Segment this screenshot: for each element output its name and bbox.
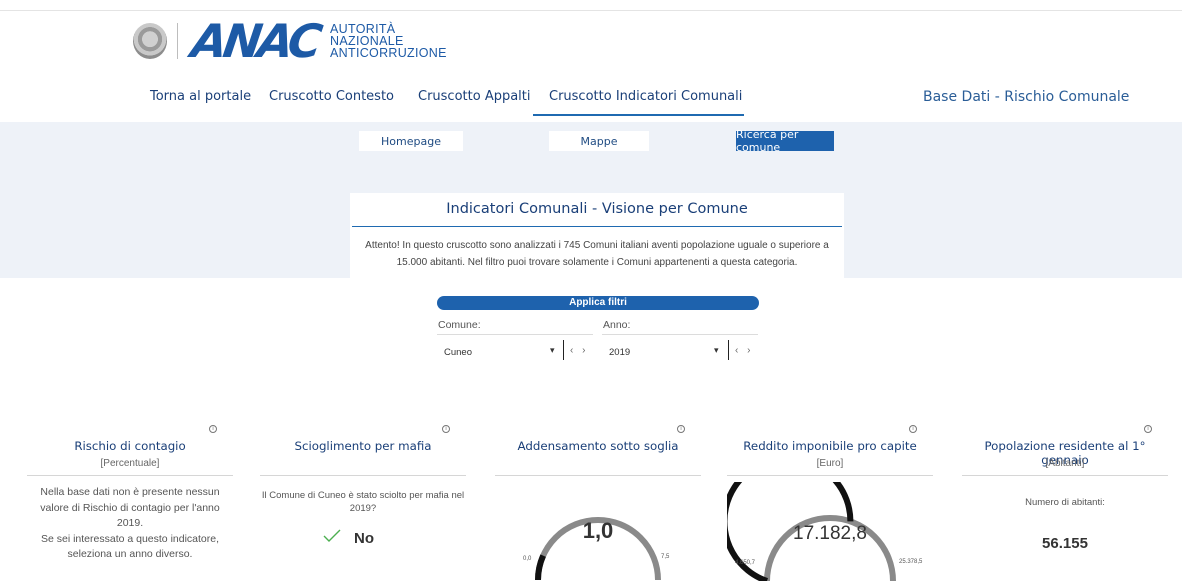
card-question: Il Comune di Cuneo è stato sciolto per m…	[261, 490, 465, 514]
gauge-min-label: 0,0	[523, 556, 532, 562]
card-title: Addensamento sotto soglia	[517, 439, 679, 453]
card-divider	[495, 475, 701, 476]
card-divider	[260, 475, 466, 476]
gauge-fill	[535, 554, 546, 581]
gauge-min-label: 4.650,7	[735, 560, 756, 566]
comune-label-underline	[437, 334, 593, 335]
info-divider	[352, 226, 842, 227]
anno-label-underline	[602, 334, 758, 335]
nav-torna-al-portale[interactable]: Torna al portale	[150, 89, 251, 104]
apply-filters-button[interactable]: Applica filtri	[437, 296, 759, 310]
info-icon[interactable]: i	[1144, 425, 1152, 433]
card-message: Nella base dati non è presente nessun va…	[40, 486, 220, 560]
checkmark-icon	[323, 529, 341, 542]
nav-cruscotto-contesto[interactable]: Cruscotto Contesto	[269, 89, 394, 104]
anno-select-cursor	[728, 340, 729, 360]
anac-logo[interactable]: ANAC AUTORITÀ NAZIONALE ANTICORRUZIONE	[133, 14, 447, 68]
anno-prev-next-arrows-icon[interactable]: ‹ ›	[735, 345, 753, 356]
logo-divider	[177, 23, 178, 59]
gauge-value: 1,0	[582, 518, 614, 543]
subnav-mappe-button[interactable]: Mappe	[549, 131, 649, 151]
top-border	[0, 10, 1182, 11]
anno-dropdown-chevron-icon[interactable]: ▾	[714, 345, 719, 356]
comune-prev-next-arrows-icon[interactable]: ‹ ›	[570, 345, 588, 356]
card-divider	[27, 475, 233, 476]
anno-select-value[interactable]: 2019	[609, 347, 630, 358]
comune-select-value[interactable]: Cuneo	[444, 347, 472, 358]
republic-emblem-icon	[133, 23, 167, 59]
comune-dropdown-chevron-icon[interactable]: ▾	[550, 345, 555, 356]
card-reddito: i Reddito imponibile pro capite [Euro] 1…	[727, 422, 933, 581]
card-title: Scioglimento per mafia	[294, 439, 432, 453]
info-box: Indicatori Comunali - Visione per Comune…	[350, 193, 844, 278]
gauge-value: 17.182,8	[793, 523, 867, 544]
card-title: Reddito imponibile pro capite	[743, 439, 917, 453]
info-icon[interactable]: i	[677, 425, 685, 433]
card-scioglimento-mafia: i Scioglimento per mafia Il Comune di Cu…	[260, 422, 466, 581]
gauge-max-label: 25.378,5	[899, 559, 923, 565]
card-unit: [Euro]	[816, 458, 844, 469]
card-divider	[962, 475, 1168, 476]
info-icon[interactable]: i	[442, 425, 450, 433]
subnav-ricerca-button[interactable]: Ricerca per comune	[736, 128, 834, 154]
card-rischio-contagio: i Rischio di contagio [Percentuale] Nell…	[27, 422, 233, 581]
card-unit: [Abitanti]	[1045, 458, 1085, 469]
main-nav: Torna al portale Cruscotto Contesto Crus…	[0, 89, 1182, 113]
card-popolazione: i Popolazione residente al 1° gennaio [A…	[962, 422, 1168, 581]
comune-select-cursor	[563, 340, 564, 360]
comune-label: Comune:	[438, 319, 481, 331]
info-text: Attento! In questo cruscotto sono analiz…	[365, 240, 829, 268]
card-answer: No	[354, 530, 374, 547]
card-addensamento: i Addensamento sotto soglia 1,0 0,0 7,5	[495, 422, 701, 581]
logo-subtitle-line: ANTICORRUZIONE	[330, 46, 447, 60]
info-title: Indicatori Comunali - Visione per Comune	[446, 201, 748, 217]
anno-label: Anno:	[603, 319, 631, 331]
logo-subtitle: AUTORITÀ NAZIONALE ANTICORRUZIONE	[330, 23, 447, 60]
nav-active-indicator	[533, 114, 744, 116]
card-unit: [Percentuale]	[100, 458, 160, 469]
nav-cruscotto-indicatori-comunali[interactable]: Cruscotto Indicatori Comunali	[549, 89, 742, 104]
card-label: Numero di abitanti:	[1025, 497, 1105, 508]
card-title: Rischio di contagio	[74, 439, 186, 453]
logo-wordmark: ANAC	[188, 14, 322, 68]
gauge-max-label: 7,5	[661, 554, 670, 560]
info-icon[interactable]: i	[909, 425, 917, 433]
card-divider	[727, 475, 933, 476]
nav-cruscotto-appalti[interactable]: Cruscotto Appalti	[418, 89, 531, 104]
card-value: 56.155	[1042, 535, 1088, 552]
subnav-homepage-button[interactable]: Homepage	[359, 131, 463, 151]
info-icon[interactable]: i	[209, 425, 217, 433]
nav-base-dati[interactable]: Base Dati - Rischio Comunale	[923, 89, 1129, 105]
